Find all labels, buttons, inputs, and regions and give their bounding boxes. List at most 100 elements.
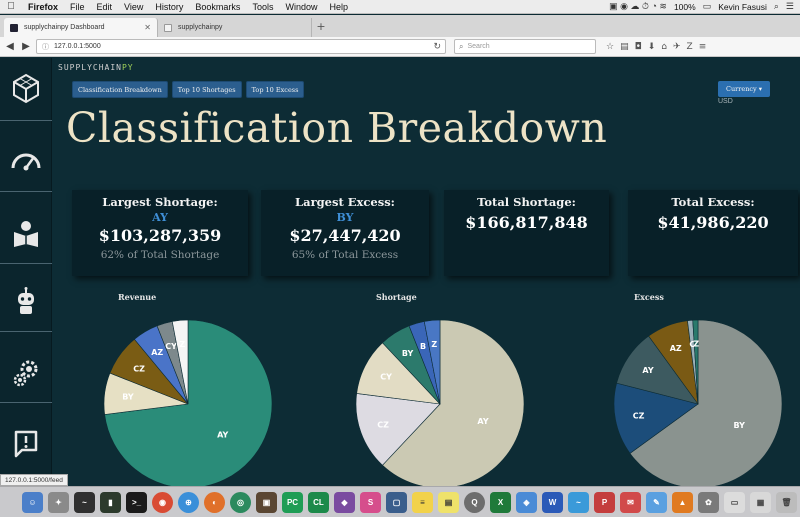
sidebar-item-dashboard[interactable] [0, 130, 52, 190]
word-icon[interactable]: W [542, 491, 563, 513]
battery-icon[interactable]: ▭ [703, 1, 712, 12]
menu-window[interactable]: Window [279, 2, 323, 12]
menu-history[interactable]: History [149, 2, 189, 12]
menu-hamburger-icon[interactable]: ≡ [699, 42, 707, 52]
back-arrow-icon[interactable]: ◀ [4, 41, 16, 52]
extension-icon[interactable]: ✈ [673, 42, 681, 52]
info-icon[interactable]: ⓘ [42, 42, 49, 52]
spotlight-icon[interactable]: ⌕ [774, 1, 779, 12]
card-total-shortage: Total Shortage: $166,817,848 [444, 190, 609, 276]
card-label: Total Excess: [671, 195, 755, 209]
sidebar-item-home[interactable] [0, 58, 52, 118]
menu-tools[interactable]: Tools [246, 2, 279, 12]
downloads-stack-icon[interactable]: ▦ [750, 491, 771, 513]
user-name[interactable]: Kevin Fasusi [718, 2, 767, 12]
tab-supplychainpy[interactable]: supplychainpy [158, 18, 312, 37]
app-blue-icon[interactable]: ◈ [516, 491, 537, 513]
pycharm-icon[interactable]: PC [282, 491, 303, 513]
nav-top-10-excess[interactable]: Top 10 Excess [245, 81, 305, 98]
bookmark-star-icon[interactable]: ☆ [606, 42, 614, 52]
status-icons[interactable]: ▣ ◉ ☁ ⏱ ◔ ≋ [609, 1, 667, 12]
currency-dropdown-button[interactable]: Currency ▾ [718, 81, 771, 97]
stickies-icon[interactable]: ▤ [438, 491, 459, 513]
terminal-icon[interactable]: ▮ [100, 491, 121, 513]
quicktime-icon[interactable]: Q [464, 491, 485, 513]
clion-icon[interactable]: CL [308, 491, 329, 513]
menu-file[interactable]: File [64, 2, 91, 12]
tab-label: supplychainpy [178, 24, 223, 31]
search-input[interactable]: ⌕ Search [454, 39, 596, 54]
app-pen-icon[interactable]: ✎ [646, 491, 667, 513]
pie-slice-label: BY [402, 349, 414, 358]
tab-label: supplychainpy Dashboard [24, 24, 105, 31]
chrome-icon[interactable]: ◉ [152, 491, 173, 513]
safari-icon[interactable]: ⊕ [178, 491, 199, 513]
sidebar-item-reports[interactable] [0, 204, 52, 264]
pie-slice-label: CZ [133, 365, 145, 374]
os-menubar:  Firefox File Edit View History Bookmar… [0, 0, 800, 14]
browser-tabbar: supplychainpy Dashboard ✕ supplychainpy … [0, 15, 800, 37]
card-value: $166,817,848 [465, 213, 588, 232]
app-cyan-icon[interactable]: ~ [568, 491, 589, 513]
apple-icon[interactable]:  [0, 1, 22, 12]
chat-alert-icon [14, 430, 38, 458]
card-class-link[interactable]: BY [261, 211, 429, 224]
nav-top-10-shortages[interactable]: Top 10 Shortages [171, 81, 242, 98]
menu-view[interactable]: View [118, 2, 149, 12]
sidebar-divider [0, 191, 52, 192]
notification-center-icon[interactable]: ☰ [786, 1, 794, 12]
search-placeholder: Search [467, 43, 490, 50]
tab-dashboard[interactable]: supplychainpy Dashboard ✕ [4, 18, 158, 37]
menu-help[interactable]: Help [323, 2, 354, 12]
card-class-link[interactable]: AY [72, 211, 248, 224]
close-tab-icon[interactable]: ✕ [144, 23, 151, 32]
powerpoint-icon[interactable]: P [594, 491, 615, 513]
chart-title: Excess [634, 292, 664, 302]
brand-logo[interactable]: SUPPLYCHAINPY [58, 63, 134, 72]
app-red-icon[interactable]: ✉ [620, 491, 641, 513]
chart-title: Revenue [118, 292, 157, 302]
trash-icon[interactable]: 🗑 [776, 491, 797, 513]
home-icon[interactable]: ⌂ [661, 42, 667, 52]
app-gimp-icon[interactable]: ✿ [698, 491, 719, 513]
sidebar-item-feedback[interactable] [0, 414, 52, 474]
console-icon[interactable]: >_ [126, 491, 147, 513]
search-icon: ⌕ [459, 41, 464, 51]
menu-bookmarks[interactable]: Bookmarks [189, 2, 246, 12]
app-brown-icon[interactable]: ▣ [256, 491, 277, 513]
notes-icon[interactable]: ≡ [412, 491, 433, 513]
sidebar-item-settings[interactable] [0, 343, 52, 403]
battery-percent[interactable]: 100% [674, 2, 696, 12]
app-window-icon[interactable]: ▭ [724, 491, 745, 513]
excel-icon[interactable]: X [490, 491, 511, 513]
menu-edit[interactable]: Edit [91, 2, 119, 12]
firefox-icon[interactable]: ◐ [204, 491, 225, 513]
new-tab-plus-icon[interactable]: + [312, 20, 330, 37]
card-total-excess: Total Excess: $41,986,220 [628, 190, 798, 276]
virtualbox-icon[interactable]: ▢ [386, 491, 407, 513]
menu-app[interactable]: Firefox [22, 2, 64, 12]
url-bar[interactable]: ⓘ 127.0.0.1:5000 ↻ [36, 39, 446, 54]
launchpad-icon[interactable]: ✦ [48, 491, 69, 513]
toolbar-icons: ☆ ▤ ◘ ⬇ ⌂ ✈ Z ≡ [606, 42, 706, 52]
reading-list-icon[interactable]: ▤ [620, 42, 629, 52]
nav-classification-breakdown[interactable]: Classification Breakdown [72, 81, 168, 98]
sublime-icon[interactable]: S [360, 491, 381, 513]
zotero-icon[interactable]: Z [687, 42, 693, 52]
vlc-icon[interactable]: ▲ [672, 491, 693, 513]
card-value: $103,287,359 [98, 226, 222, 245]
finder-icon[interactable]: ☺ [22, 491, 43, 513]
sidebar-item-bot[interactable] [0, 272, 52, 332]
card-value: $41,986,220 [657, 213, 769, 232]
app-purple-icon[interactable]: ◆ [334, 491, 355, 513]
app-green-icon[interactable]: ◎ [230, 491, 251, 513]
download-icon[interactable]: ⬇ [648, 42, 656, 52]
favicon-icon [164, 23, 172, 32]
activity-monitor-icon[interactable]: ~ [74, 491, 95, 513]
reload-icon[interactable]: ↻ [433, 41, 441, 52]
speedometer-icon [11, 153, 41, 171]
forward-arrow-icon[interactable]: ▶ [20, 41, 32, 52]
card-label: Largest Excess: [295, 195, 395, 209]
pie-slice-label: CY [380, 373, 392, 382]
pocket-icon[interactable]: ◘ [635, 42, 642, 52]
